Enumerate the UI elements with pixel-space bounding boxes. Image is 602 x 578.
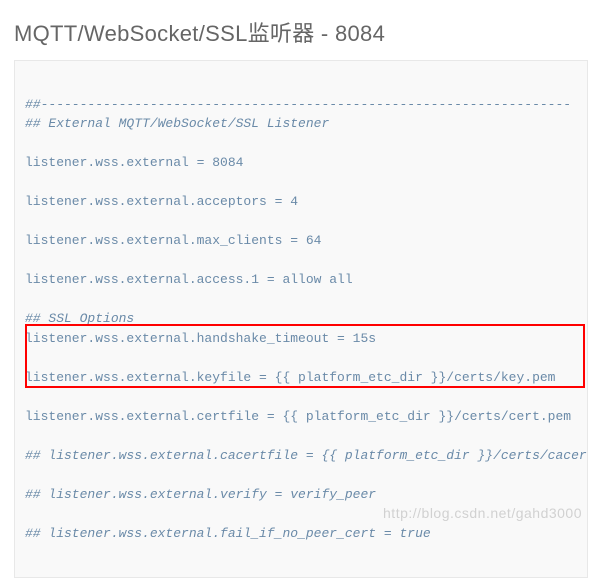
code-line: listener.wss.external.handshake_timeout … <box>25 331 376 346</box>
code-line: listener.wss.external.certfile = {{ plat… <box>25 409 571 424</box>
watermark-text: http://blog.csdn.net/gahd3000 <box>383 505 582 521</box>
code-line: listener.wss.external.keyfile = {{ platf… <box>25 370 556 385</box>
config-code-block: ##--------------------------------------… <box>14 60 588 578</box>
code-line: ## SSL Options <box>25 311 134 326</box>
code-line: ##--------------------------------------… <box>25 97 571 112</box>
code-line: ## listener.wss.external.cacertfile = {{… <box>25 448 588 463</box>
page-title: MQTT/WebSocket/SSL监听器 - 8084 <box>0 0 602 60</box>
code-line: listener.wss.external = 8084 <box>25 155 243 170</box>
code-line: listener.wss.external.acceptors = 4 <box>25 194 298 209</box>
code-line: ## listener.wss.external.fail_if_no_peer… <box>25 526 431 541</box>
code-line: listener.wss.external.max_clients = 64 <box>25 233 321 248</box>
code-line: ## External MQTT/WebSocket/SSL Listener <box>25 116 329 131</box>
code-line: ## listener.wss.external.verify = verify… <box>25 487 376 502</box>
code-line: listener.wss.external.access.1 = allow a… <box>25 272 353 287</box>
